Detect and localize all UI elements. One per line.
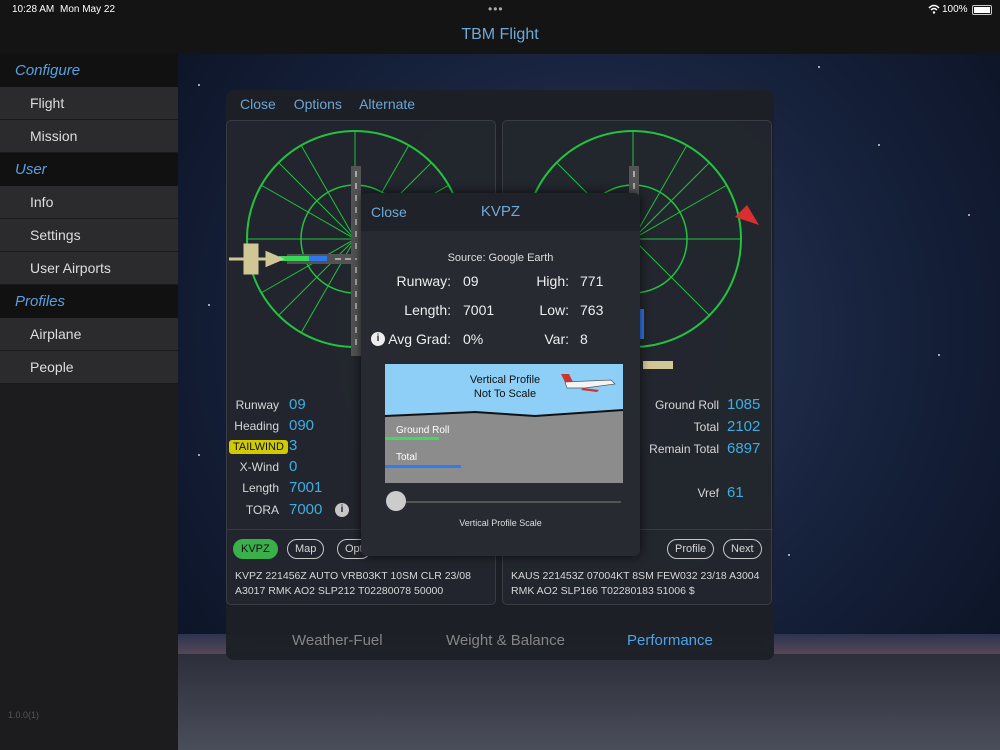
tailwind-badge: TAILWIND: [229, 437, 288, 455]
tab-performance[interactable]: Performance: [627, 632, 713, 649]
modal-length-label: Length:: [404, 302, 451, 318]
vref-label: Vref: [697, 486, 719, 500]
sidebar: Configure Flight Mission User Info Setti…: [0, 54, 178, 750]
title-bar: TBM Flight: [0, 22, 1000, 54]
status-date: Mon May 22: [60, 4, 116, 15]
profile-scale-label: Vertical Profile Scale: [459, 518, 542, 528]
sidebar-section-configure: Configure: [0, 54, 178, 87]
ground-roll-profile-label: Ground Roll: [396, 425, 450, 436]
battery-percent: 100%: [942, 4, 968, 15]
options-button[interactable]: Options: [294, 96, 342, 112]
profile-title: Vertical Profile Not To Scale: [435, 373, 575, 401]
modal-runway-label: Runway:: [396, 273, 451, 289]
profile-scale-slider-knob[interactable]: [386, 491, 406, 511]
alternate-button[interactable]: Alternate: [359, 96, 415, 112]
xwind-value: 0: [289, 458, 298, 475]
profile-button[interactable]: Profile: [667, 539, 715, 559]
tailwind-label: TAILWIND: [229, 440, 288, 454]
total-profile-label: Total: [396, 452, 418, 463]
app-version: 1.0.0(1): [8, 710, 40, 720]
status-time: 10:28 AM: [12, 4, 55, 15]
sidebar-item-mission[interactable]: Mission: [0, 120, 178, 153]
total-value: 2102: [727, 418, 761, 435]
length-label: Length: [242, 481, 279, 495]
vertical-profile-graphic: Vertical Profile Not To Scale Ground Rol…: [385, 364, 623, 483]
modal-runway-value: 09: [463, 273, 479, 289]
vref-value: 61: [727, 484, 744, 501]
modal-avg-grad-label: Avg Grad:: [388, 331, 451, 347]
profile-scale-slider-track[interactable]: [398, 501, 621, 503]
tora-label: TORA: [245, 503, 279, 517]
map-button[interactable]: Map: [287, 539, 325, 559]
runway-value: 09: [289, 396, 306, 413]
popover-title: KVPZ: [480, 203, 521, 220]
battery-icon: [972, 5, 992, 15]
tab-weather-fuel[interactable]: Weather-Fuel: [292, 632, 383, 649]
heading-value: 090: [289, 417, 315, 434]
bottom-tab-bar: Weather-Fuel Weight & Balance Performanc…: [226, 620, 774, 660]
ground-roll-label: Ground Roll: [654, 398, 719, 412]
sidebar-section-profiles: Profiles: [0, 285, 178, 318]
ground-roll-value: 1085: [727, 396, 761, 413]
modal-low-label: Low:: [539, 302, 569, 318]
tailwind-value: 3: [289, 437, 298, 454]
tab-weight-balance[interactable]: Weight & Balance: [446, 632, 565, 649]
remain-total-value: 6897: [727, 440, 761, 457]
xwind-label: X-Wind: [239, 460, 279, 474]
panel-top-bar: Close Options Alternate: [240, 96, 429, 112]
modal-low-value: 763: [580, 302, 604, 318]
sidebar-item-flight[interactable]: Flight: [0, 87, 178, 120]
modal-avg-grad-value: 0%: [463, 331, 484, 347]
modal-var-label: Var:: [544, 331, 569, 347]
profile-title-line1: Vertical Profile: [469, 374, 541, 386]
metar-departure: KVPZ 221456Z AUTO VRB03KT 10SM CLR 23/08…: [235, 570, 471, 597]
popover-header: Close KVPZ: [361, 193, 640, 231]
sidebar-item-settings[interactable]: Settings: [0, 219, 178, 252]
info-icon[interactable]: i: [335, 503, 349, 517]
modal-var-value: 8: [580, 331, 588, 347]
next-button[interactable]: Next: [723, 539, 762, 559]
heading-label: Heading: [234, 419, 279, 433]
tarmac: [178, 654, 1000, 750]
close-button[interactable]: Close: [240, 96, 276, 112]
wifi-icon: [928, 4, 940, 17]
modal-length-value: 7001: [463, 302, 495, 318]
tora-value: 7000: [289, 501, 323, 518]
length-value: 7001: [289, 479, 323, 496]
sidebar-item-people[interactable]: People: [0, 351, 178, 384]
metar-arrival: KAUS 221453Z 07004KT 8SM FEW032 23/18 A3…: [511, 570, 760, 597]
sidebar-item-info[interactable]: Info: [0, 186, 178, 219]
multitask-dots-icon[interactable]: •••: [488, 2, 504, 16]
runway-label: Runway: [235, 398, 279, 412]
runway-profile-popover: Close KVPZ Source: Google Earth Runway: …: [361, 193, 640, 556]
app-title: TBM Flight: [461, 26, 539, 43]
profile-title-line2: Not To Scale: [473, 388, 537, 400]
sidebar-item-user-airports[interactable]: User Airports: [0, 252, 178, 285]
airport-kvpz-button[interactable]: KVPZ: [233, 539, 278, 559]
modal-high-label: High:: [536, 273, 569, 289]
status-bar: 10:28 AM Mon May 22 ••• 100%: [0, 0, 1000, 22]
sidebar-item-airplane[interactable]: Airplane: [0, 318, 178, 351]
sidebar-section-user: User: [0, 153, 178, 186]
modal-high-value: 771: [580, 273, 604, 289]
total-label: Total: [693, 420, 719, 434]
data-source: Source: Google Earth: [447, 252, 554, 264]
